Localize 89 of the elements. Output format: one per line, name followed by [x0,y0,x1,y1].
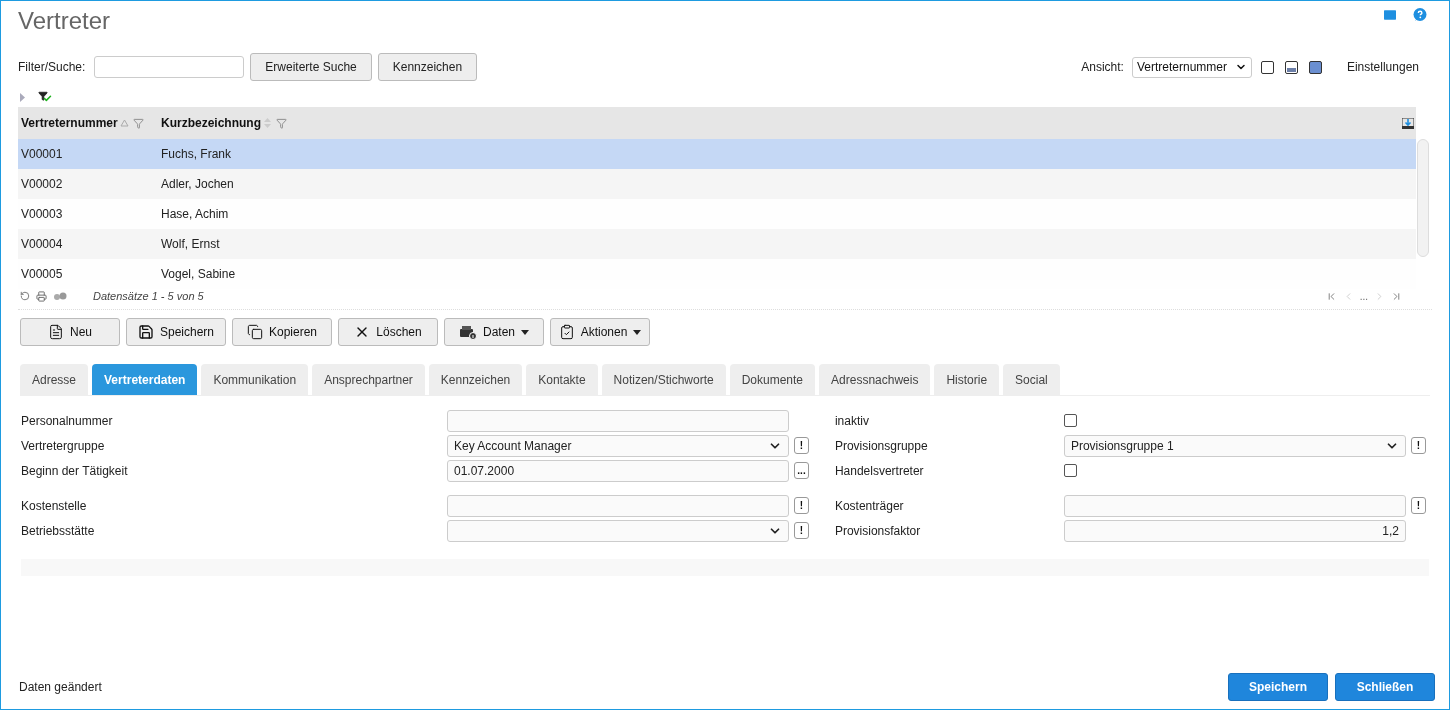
dropdown[interactable]: Key Account Manager [447,434,789,457]
tab[interactable]: Kontakte [526,364,598,395]
printer-icon[interactable] [36,290,47,302]
hint-button[interactable]: ! [794,522,809,539]
table-row[interactable]: V00004 Wolf, Ernst [18,229,1416,259]
field-label: inaktiv [834,412,870,430]
filter-icon[interactable] [132,117,144,129]
toolbar-button[interactable]: Kopieren [232,318,332,346]
dropdown[interactable] [447,519,789,542]
tab[interactable]: Dokumente [729,364,816,395]
table-cell-text: V00003 [20,206,64,223]
tab[interactable]: Kennzeichen [428,364,523,395]
tab[interactable]: Adressnachweis [819,364,931,395]
dropdown[interactable]: Provisionsgruppe 1 [1063,434,1406,457]
table-row[interactable]: V00001 Fuchs, Frank [18,139,1416,169]
filter-icon[interactable] [276,117,287,129]
last-page-icon[interactable] [1391,290,1402,302]
column-header[interactable]: Vertreternummer [21,114,118,132]
hint-button[interactable]: ! [1410,497,1426,514]
toolbar-button[interactable]: Löschen [338,318,438,346]
input-field[interactable] [447,409,789,432]
table-cell-text: Fuchs, Frank [160,146,233,163]
toolbar-button[interactable]: Kennzeichen [377,53,478,81]
primary-button[interactable]: Schließen [1335,673,1435,701]
copy-icon [246,324,263,340]
input-field[interactable]: 1,2 [1063,519,1406,542]
field-label: Personalnummer [21,412,114,430]
view-dropdown[interactable]: Vertreternummer [1131,56,1252,78]
settings-link[interactable]: Einstellungen [1346,58,1419,76]
toolbar-button[interactable]: Neu [20,318,120,346]
hint-button[interactable]: ! [794,497,809,514]
search-field[interactable] [94,56,245,78]
tab[interactable]: Social [1003,364,1060,395]
clipboard-check-icon [558,324,575,340]
view-label: Ansicht: [1081,59,1124,76]
filter-check-icon[interactable] [38,91,52,103]
table-cell-text: Wolf, Ernst [160,236,221,253]
tab[interactable]: Ansprechpartner [312,364,425,395]
field-label: Vertretergruppe [21,437,106,455]
field-label: Kostenträger [834,497,905,515]
scrollbar[interactable] [1417,139,1429,257]
status-text: Daten geändert [19,679,102,696]
table-row[interactable]: V00002 Adler, Jochen [18,169,1416,199]
filter-label: Filter/Suche: [18,59,86,76]
hint-button[interactable]: ! [794,437,809,454]
export-icon[interactable] [1402,117,1414,129]
primary-button[interactable]: Speichern [1228,673,1328,701]
cash-register-icon [459,324,477,340]
field-label: Handelsvertreter [834,462,925,480]
document-icon [48,324,64,340]
field-label: Kostenstelle [21,497,88,515]
table-cell-text: Vogel, Sabine [160,266,237,283]
input-field[interactable]: 01.07.2000 [447,459,789,482]
table-cell-text: V00004 [20,236,64,253]
expand-icon[interactable] [20,92,25,102]
refresh-icon[interactable] [20,291,30,301]
layout-full-icon[interactable] [1308,60,1322,74]
tab[interactable]: Notizen/Stichworte [601,364,726,395]
input-field[interactable] [447,494,789,517]
table-cell-text: Adler, Jochen [160,176,235,193]
field-label: Betriebsstätte [21,522,96,540]
field-label: Provisionsfaktor [834,522,922,540]
layout-split-icon[interactable] [1284,60,1298,74]
toolbar-button[interactable]: Aktionen [550,318,650,346]
pager-ellipsis: ... [1359,289,1368,304]
table-cell-text: Hase, Achim [160,206,230,223]
sort-ascending-icon[interactable] [119,118,129,128]
hint-button[interactable]: ... [794,462,809,479]
tab[interactable]: Kommunikation [201,364,309,395]
toolbar-button[interactable]: Daten [444,318,544,346]
column-header[interactable]: Kurzbezeichnung [161,114,261,132]
layout-single-icon[interactable] [1260,60,1274,74]
table-cell-text: V00005 [20,266,64,283]
field-label: Beginn der Tätigkeit [21,462,129,480]
table-cell-text: V00001 [20,146,64,163]
table-cell-text: V00002 [20,176,64,193]
toolbar-button[interactable]: Speichern [126,318,226,346]
page-title: Vertreter [18,6,111,36]
field-label: Provisionsgruppe [834,437,929,455]
tab[interactable]: Historie [934,364,1000,395]
record-count: Datensätze 1 - 5 von 5 [93,288,204,304]
tab[interactable]: Adresse [20,364,89,395]
toolbar-button[interactable]: Erweiterte Suche [250,53,372,81]
input-field[interactable] [1063,494,1406,517]
checkbox[interactable] [1063,464,1077,477]
hint-button[interactable]: ! [1410,437,1426,454]
checkbox[interactable] [1063,414,1077,427]
help-icon[interactable] [1412,7,1428,23]
sort-icon[interactable] [263,118,272,128]
